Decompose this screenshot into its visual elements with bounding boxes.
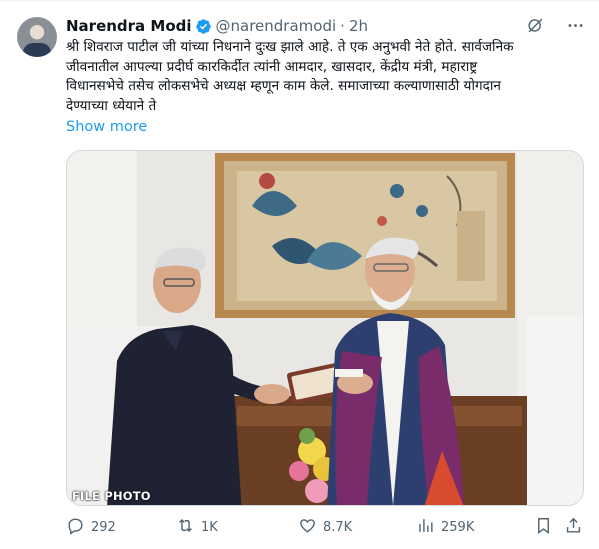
views-count: 259K xyxy=(441,519,475,535)
show-more-link[interactable]: Show more xyxy=(66,119,147,135)
share-button[interactable] xyxy=(564,515,583,539)
views-button[interactable]: 259K xyxy=(416,515,474,539)
avatar[interactable] xyxy=(17,17,57,57)
reply-count: 292 xyxy=(91,519,116,535)
author-handle[interactable]: @narendramodi xyxy=(216,17,337,35)
like-button[interactable]: 8.7K xyxy=(298,515,352,539)
tweet-photo[interactable] xyxy=(66,150,584,506)
heart-icon xyxy=(298,516,317,539)
file-photo-label: FILE PHOTO xyxy=(72,489,151,503)
separator-dot: · xyxy=(340,17,345,35)
author-name[interactable]: Narendra Modi xyxy=(66,17,192,35)
tweet-actions: 292 1K 8.7K 259K xyxy=(66,515,584,539)
views-icon xyxy=(416,516,435,539)
repost-button[interactable]: 1K xyxy=(176,515,218,539)
grok-icon[interactable] xyxy=(525,15,545,35)
reply-icon xyxy=(66,516,85,539)
tweet-header: Narendra Modi @narendramodi · 2h xyxy=(66,16,368,36)
top-border xyxy=(0,0,599,1)
reply-button[interactable]: 292 xyxy=(66,515,116,539)
repost-count: 1K xyxy=(201,519,218,535)
timestamp[interactable]: 2h xyxy=(349,17,368,35)
like-count: 8.7K xyxy=(323,519,353,535)
bookmark-icon xyxy=(534,516,553,539)
more-icon[interactable] xyxy=(565,15,585,35)
repost-icon xyxy=(176,516,195,539)
photo-illustration xyxy=(67,151,583,505)
share-icon xyxy=(564,516,583,539)
bookmark-button[interactable] xyxy=(534,515,553,539)
verified-badge-icon xyxy=(195,18,212,35)
tweet-text: श्री शिवराज पाटील जी यांच्या निधनाने दुः… xyxy=(66,39,514,114)
top-icons xyxy=(525,15,585,35)
